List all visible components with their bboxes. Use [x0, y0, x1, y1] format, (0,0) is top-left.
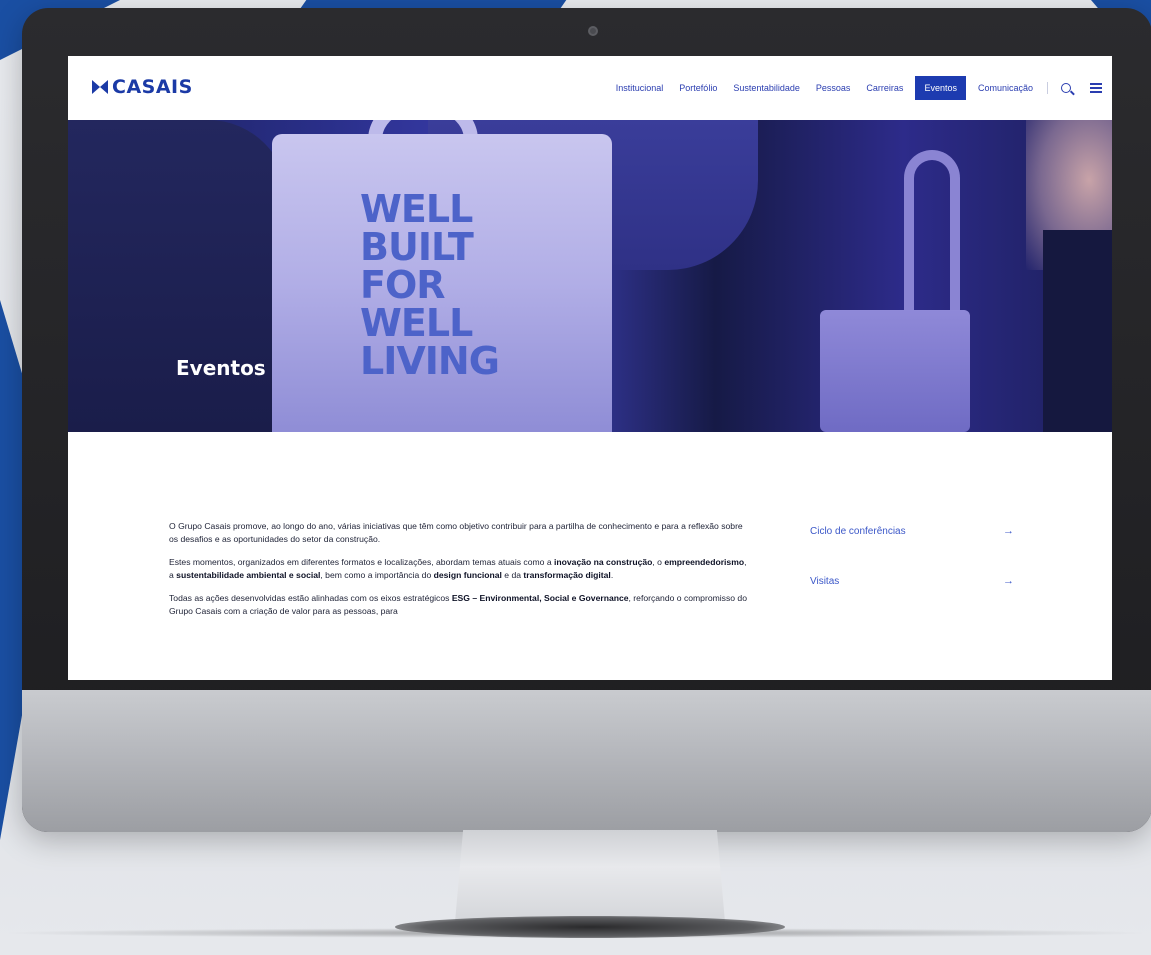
intro-text: O Grupo Casais promove, ao longo do ano,… — [169, 520, 749, 628]
intro-paragraph: Todas as ações desenvolvidas estão alinh… — [169, 592, 749, 618]
hero-image-bag-handle — [904, 150, 960, 320]
menu-icon[interactable] — [1090, 83, 1102, 93]
side-link[interactable]: Visitas → — [810, 568, 1014, 594]
nav-item-sustentabilidade[interactable]: Sustentabilidade — [725, 76, 808, 100]
bold-text: ESG – Environmental, Social e Governance — [451, 593, 629, 603]
nav-item-eventos[interactable]: Eventos — [915, 76, 966, 100]
menu-icon-bar — [1090, 83, 1102, 85]
side-link-label: Ciclo de conferências — [810, 525, 906, 537]
nav-divider — [1047, 82, 1048, 94]
intro-paragraph: Estes momentos, organizados em diferente… — [169, 556, 749, 582]
bold-text: design funcional — [433, 570, 502, 580]
hero-image-figure — [1043, 230, 1112, 432]
text-run: Estes momentos, organizados em diferente… — [169, 557, 554, 567]
hero-banner: WELL BUILT FOR WELL LIVING Eventos — [68, 120, 1112, 432]
website-screen: CASAIS Institucional Portefólio Sustentabi… — [68, 56, 1112, 680]
logo-text: CASAIS — [112, 76, 193, 98]
monitor-stand-base — [395, 916, 785, 938]
bold-text: inovação na construção — [554, 557, 653, 567]
intro-paragraph: O Grupo Casais promove, ao longo do ano,… — [169, 520, 749, 546]
text-run: O Grupo Casais promove, ao longo do ano,… — [169, 521, 743, 544]
side-links: Ciclo de conferências → Visitas → — [810, 518, 1014, 618]
casais-logo[interactable]: CASAIS — [92, 76, 193, 98]
text-run: . — [610, 570, 614, 580]
nav-item-portefolio[interactable]: Portefólio — [671, 76, 725, 100]
site-header: CASAIS Institucional Portefólio Sustentabi… — [68, 56, 1112, 120]
bold-text: transformação digital — [523, 570, 611, 580]
hero-image-person — [68, 120, 288, 432]
side-link[interactable]: Ciclo de conferências → — [810, 518, 1014, 544]
logo-mark-icon — [92, 79, 110, 95]
search-button[interactable] — [1054, 76, 1078, 100]
main-nav: Institucional Portefólio Sustentabilidade P… — [608, 76, 1102, 100]
tote-bag-text-line: FOR — [360, 263, 446, 307]
bold-text: sustentabilidade ambiental e social — [176, 570, 321, 580]
nav-item-institucional[interactable]: Institucional — [608, 76, 672, 100]
text-run: , o — [652, 557, 665, 567]
arrow-right-icon: → — [1003, 575, 1014, 587]
nav-item-comunicacao[interactable]: Comunicação — [970, 76, 1041, 100]
tote-bag-text-line: BUILT — [360, 225, 474, 269]
camera-icon — [588, 26, 598, 36]
text-run: , bem como a importância do — [320, 570, 434, 580]
nav-item-pessoas[interactable]: Pessoas — [808, 76, 859, 100]
hero-image-second-bag — [820, 310, 970, 432]
nav-item-carreiras[interactable]: Carreiras — [858, 76, 911, 100]
menu-icon-bar — [1090, 91, 1102, 93]
tote-bag-text-line: WELL — [360, 187, 473, 231]
monitor-stand — [455, 830, 725, 922]
text-run: Todas as ações desenvolvidas estão alinh… — [169, 593, 452, 603]
arrow-right-icon: → — [1003, 525, 1014, 537]
page-title: Eventos — [176, 356, 266, 380]
tote-bag-text-line: LIVING — [360, 339, 500, 383]
bold-text: empreendedorismo — [664, 557, 745, 567]
content-section: O Grupo Casais promove, ao longo do ano,… — [68, 432, 1112, 680]
menu-icon-bar — [1090, 87, 1102, 89]
text-run: e da — [501, 570, 524, 580]
tote-bag-text-line: WELL — [360, 301, 473, 345]
monitor-chin — [22, 690, 1151, 832]
search-icon — [1061, 83, 1071, 93]
tote-bag-print: WELL BUILT FOR WELL LIVING — [360, 187, 500, 383]
side-link-label: Visitas — [810, 575, 840, 587]
